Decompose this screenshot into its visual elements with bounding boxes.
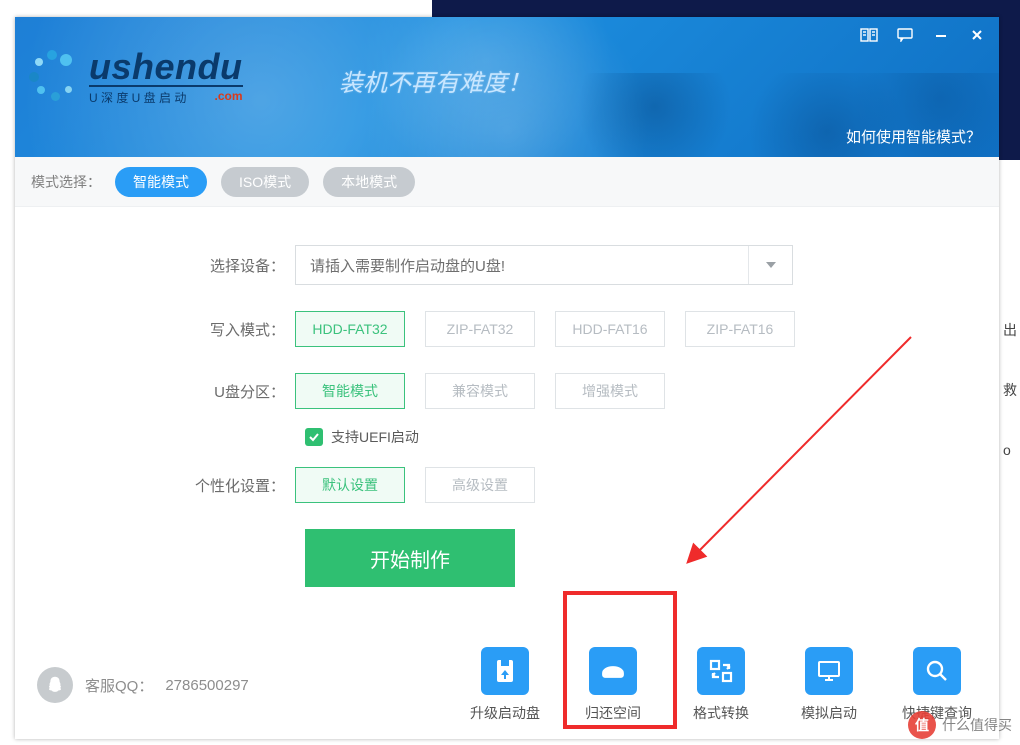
watermark-text: 什么值得买: [942, 715, 1012, 735]
chevron-down-icon: [766, 262, 776, 268]
feedback-icon[interactable]: [891, 23, 919, 47]
qq-label: 客服QQ：: [85, 675, 153, 696]
help-link[interactable]: 如何使用智能模式？: [846, 126, 981, 147]
custom-label: 个性化设置：: [15, 475, 295, 496]
qq-number: 2786500297: [165, 677, 248, 694]
write-opt-zip-fat16[interactable]: ZIP-FAT16: [685, 311, 795, 347]
bg-text: o: [1003, 420, 1017, 480]
support-qq[interactable]: 客服QQ： 2786500297: [37, 667, 249, 703]
qq-icon: [37, 667, 73, 703]
watermark: 值 什么值得买: [908, 711, 1012, 739]
search-icon: [913, 647, 961, 695]
device-dropdown-button[interactable]: [748, 246, 792, 284]
part-opt-enhance[interactable]: 增强模式: [555, 373, 665, 409]
brand-slogan: 装机不再有难度！: [339, 63, 531, 98]
manual-icon[interactable]: [855, 23, 883, 47]
brand-name: ushendu: [89, 49, 243, 87]
custom-opt-default[interactable]: 默认设置: [295, 467, 405, 503]
tool-emulate-boot[interactable]: 模拟启动: [789, 647, 869, 723]
mode-label: 模式选择：: [31, 172, 101, 192]
logo-swirl-icon: [27, 50, 83, 106]
restore-space-icon: [589, 647, 637, 695]
checkbox-checked-icon: [305, 428, 323, 446]
tool-restore-label: 归还空间: [573, 703, 653, 723]
app-window: ushendu U 深 度 U 盘 启 动 .com 装机不再有难度！ 如何使用…: [15, 17, 999, 739]
monitor-icon: [805, 647, 853, 695]
part-opt-smart[interactable]: 智能模式: [295, 373, 405, 409]
bg-text: 救: [1003, 360, 1017, 420]
upgrade-disk-icon: [481, 647, 529, 695]
custom-opt-advanced[interactable]: 高级设置: [425, 467, 535, 503]
device-select[interactable]: 请插入需要制作启动盘的U盘!: [295, 245, 793, 285]
tool-emulate-label: 模拟启动: [789, 703, 869, 723]
start-button[interactable]: 开始制作: [305, 529, 515, 587]
watermark-badge-icon: 值: [908, 711, 936, 739]
brand-logo: ushendu U 深 度 U 盘 启 动 .com: [27, 49, 243, 106]
mode-smart[interactable]: 智能模式: [115, 167, 207, 197]
mode-bar: 模式选择： 智能模式 ISO模式 本地模式: [15, 157, 999, 207]
write-opt-hdd-fat16[interactable]: HDD-FAT16: [555, 311, 665, 347]
device-label: 选择设备：: [15, 255, 295, 276]
tool-format-convert[interactable]: 格式转换: [681, 647, 761, 723]
part-opt-compat[interactable]: 兼容模式: [425, 373, 535, 409]
write-mode-label: 写入模式：: [15, 319, 295, 340]
tool-restore-space[interactable]: 归还空间: [573, 647, 653, 723]
close-button[interactable]: [963, 23, 991, 47]
write-opt-zip-fat32[interactable]: ZIP-FAT32: [425, 311, 535, 347]
brand-sub-cn: U 深 度 U 盘 启 动: [89, 89, 186, 106]
tool-upgrade[interactable]: 升级启动盘: [465, 647, 545, 723]
partition-label: U盘分区：: [15, 381, 295, 402]
app-header: ushendu U 深 度 U 盘 启 动 .com 装机不再有难度！ 如何使用…: [15, 17, 999, 157]
format-convert-icon: [697, 647, 745, 695]
mode-iso[interactable]: ISO模式: [221, 167, 309, 197]
uefi-label: 支持UEFI启动: [331, 427, 419, 447]
uefi-checkbox-row[interactable]: 支持UEFI启动: [305, 427, 999, 447]
minimize-button[interactable]: [927, 23, 955, 47]
device-placeholder: 请插入需要制作启动盘的U盘!: [296, 255, 748, 276]
main-form: 选择设备： 请插入需要制作启动盘的U盘! 写入模式： HDD-FAT32 ZIP…: [15, 207, 999, 587]
footer-bar: 客服QQ： 2786500297 升级启动盘 归还空间 格式转换 模拟启动: [15, 631, 999, 739]
bg-text: 出: [1003, 300, 1017, 360]
brand-domain: .com: [214, 89, 242, 106]
write-opt-hdd-fat32[interactable]: HDD-FAT32: [295, 311, 405, 347]
tool-format-label: 格式转换: [681, 703, 761, 723]
mode-local[interactable]: 本地模式: [323, 167, 415, 197]
tool-upgrade-label: 升级启动盘: [465, 703, 545, 723]
